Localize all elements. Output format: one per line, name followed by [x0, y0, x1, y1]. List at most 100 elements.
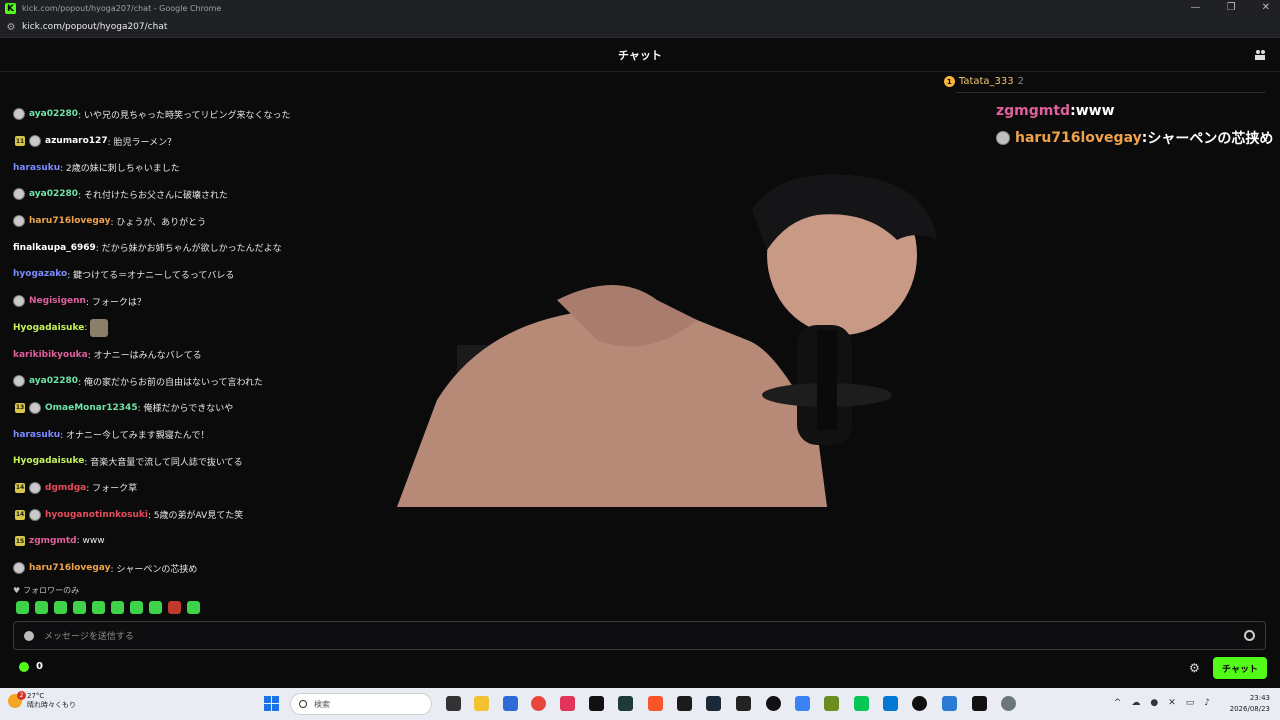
- message-username[interactable]: haru716lovegay: [29, 216, 110, 226]
- cloud-icon[interactable]: ☁: [1131, 698, 1140, 708]
- avatar: [996, 131, 1010, 145]
- message-text: : オナニーはみんなバレてる: [87, 351, 202, 362]
- settings-gear-icon[interactable]: ⚙: [1189, 662, 1201, 674]
- minecraft-icon[interactable]: [824, 696, 839, 711]
- message-text: : 5歳の弟がAV見てた笑: [147, 511, 244, 522]
- unreal-icon[interactable]: [912, 696, 927, 711]
- users-icon[interactable]: [1254, 49, 1266, 61]
- chat-message: 11 azumaro127: 胎児ラーメン？: [13, 128, 393, 155]
- obs-icon[interactable]: [766, 696, 781, 711]
- tiktok-icon[interactable]: [589, 696, 604, 711]
- start-button[interactable]: [264, 696, 279, 711]
- app-icon[interactable]: [560, 696, 575, 711]
- message-username[interactable]: Hyogadaisuke: [13, 323, 84, 333]
- message-username[interactable]: Hyogadaisuke: [13, 456, 84, 466]
- steam-icon[interactable]: [706, 696, 721, 711]
- chat-title: チャット: [618, 48, 662, 62]
- message-username[interactable]: finalkaupa_6969: [13, 243, 96, 253]
- chat-message: aya02280: それ付けたらお父さんに破壊された: [13, 181, 393, 208]
- subscriber-badge-icon: 14: [15, 509, 25, 520]
- clock-date: 2026/08/23: [1229, 705, 1270, 713]
- message-text: :: [84, 322, 88, 333]
- monitor-icon[interactable]: ▭: [1186, 698, 1195, 708]
- emoji-picker-icon[interactable]: [1244, 630, 1255, 641]
- emote-icon[interactable]: [16, 601, 29, 614]
- search-placeholder: 検索: [314, 699, 330, 709]
- top-gifter[interactable]: 1 Tatata_333 2: [943, 76, 1024, 87]
- send-chat-button[interactable]: チャット: [1213, 657, 1267, 679]
- emote-icon[interactable]: [73, 601, 86, 614]
- emote-icon[interactable]: [187, 601, 200, 614]
- close-button[interactable]: ✕: [1262, 2, 1270, 13]
- avatar: [13, 375, 25, 388]
- minimize-button[interactable]: —: [1191, 2, 1201, 13]
- channel-points[interactable]: 0: [19, 661, 43, 672]
- avatar: [13, 562, 25, 575]
- system-clock[interactable]: 23:43 2026/08/23: [1230, 693, 1270, 715]
- message-username[interactable]: karikibikyouka: [13, 350, 88, 360]
- gifter-count: 2: [1017, 76, 1024, 87]
- message-input-placeholder[interactable]: メッセージを送信する: [44, 629, 134, 642]
- message-text: : シャーペンの芯挟め: [110, 564, 198, 575]
- settings-icon[interactable]: [1001, 696, 1016, 711]
- emote-icon[interactable]: [149, 601, 162, 614]
- url-text[interactable]: kick.com/popout/hyoga207/chat: [22, 22, 167, 32]
- emote-icon[interactable]: [168, 601, 181, 614]
- app-icon[interactable]: [883, 696, 898, 711]
- emote-icon[interactable]: [54, 601, 67, 614]
- message-username[interactable]: hyogazako: [13, 269, 67, 279]
- line-icon[interactable]: [854, 696, 869, 711]
- message-username[interactable]: Negisigenn: [29, 296, 86, 306]
- avatar: [13, 295, 25, 308]
- site-info-icon[interactable]: ⚙: [0, 22, 22, 33]
- window-controls: — ❐ ✕: [1191, 2, 1270, 13]
- message-username[interactable]: zgmgmtd: [29, 536, 77, 546]
- message-username[interactable]: azumaro127: [45, 136, 108, 146]
- weather-temp: 27°C: [27, 692, 45, 700]
- app-icon[interactable]: [972, 696, 987, 711]
- message-username[interactable]: harasuku: [13, 163, 60, 173]
- message-text: : オナニー今してみます親寝たんで！: [60, 431, 210, 442]
- message-username[interactable]: aya02280: [29, 189, 78, 199]
- brave-icon[interactable]: [648, 696, 663, 711]
- restore-button[interactable]: ❐: [1227, 2, 1236, 13]
- app-icon[interactable]: [503, 696, 518, 711]
- app-icon[interactable]: [618, 696, 633, 711]
- emote-icon[interactable]: [35, 601, 48, 614]
- weather-text: 晴れ時々くもり: [27, 701, 76, 709]
- taskbar-search[interactable]: 検索: [290, 693, 432, 715]
- gifter-name: Tatata_333: [958, 76, 1014, 87]
- chevron-up-icon[interactable]: ^: [1114, 698, 1122, 708]
- app-icon[interactable]: [736, 696, 751, 711]
- avatar: [29, 481, 41, 494]
- clock-time: 23:43: [1249, 694, 1270, 702]
- message-username[interactable]: aya02280: [29, 376, 78, 386]
- streamer-video: [397, 174, 937, 507]
- emote-icon[interactable]: [130, 601, 143, 614]
- chrome-icon[interactable]: [531, 696, 546, 711]
- app-icon[interactable]: [942, 696, 957, 711]
- followers-only-notice: ♥ フォロワーのみ: [13, 585, 79, 596]
- message-username[interactable]: OmaeMonar12345: [45, 403, 138, 413]
- message-username[interactable]: harasuku: [13, 430, 60, 440]
- message-username[interactable]: dgmdga: [45, 483, 86, 493]
- speaker-icon[interactable]: ♪: [1204, 698, 1210, 708]
- address-bar[interactable]: ⚙ kick.com/popout/hyoga207/chat: [0, 17, 1280, 38]
- emote-icon[interactable]: [92, 601, 105, 614]
- app-icon[interactable]: [795, 696, 810, 711]
- close-icon[interactable]: ✕: [1168, 698, 1176, 708]
- file-explorer-icon[interactable]: [474, 696, 489, 711]
- message-input[interactable]: メッセージを送信する: [13, 621, 1266, 650]
- avatar: [13, 108, 25, 121]
- app-icon[interactable]: [677, 696, 692, 711]
- message-username[interactable]: hyouganotinnkosuki: [45, 510, 148, 520]
- chat-message: Negisigenn: フォークは？: [13, 288, 393, 315]
- message-username[interactable]: aya02280: [29, 109, 78, 119]
- weather-widget[interactable]: 2 27°C 晴れ時々くもり: [8, 691, 76, 710]
- window-title: kick.com/popout/hyoga207/chat - Google C…: [22, 4, 222, 13]
- mic-icon[interactable]: ●: [1150, 698, 1158, 708]
- message-username[interactable]: haru716lovegay: [29, 563, 110, 573]
- emote-icon[interactable]: [111, 601, 124, 614]
- task-view-icon[interactable]: [446, 696, 461, 711]
- message-text: : フォーク草: [86, 484, 138, 495]
